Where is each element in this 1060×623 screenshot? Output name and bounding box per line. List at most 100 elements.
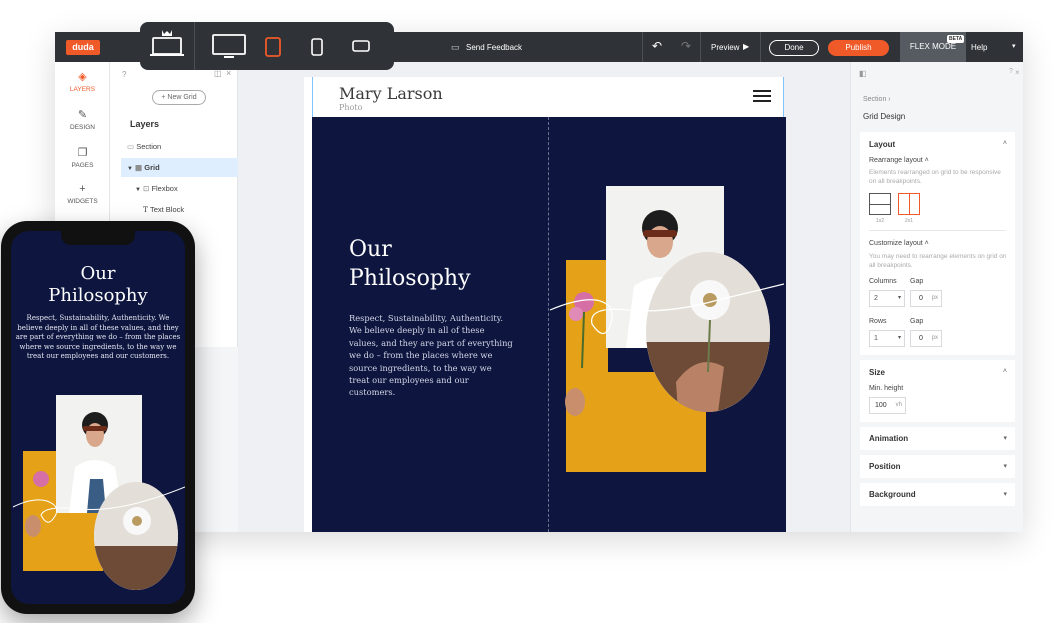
layer-row-flexbox[interactable]: ▼ ⊡ Flexbox: [121, 179, 238, 198]
redo-icon[interactable]: ↷: [681, 39, 691, 53]
design-panel: ◧ ? × Section › Grid Design Layout ˄ Rea…: [850, 62, 1023, 532]
help-menu[interactable]: Help: [971, 43, 987, 52]
chevron-down-icon: ▾: [1003, 463, 1007, 470]
site-name[interactable]: Mary Larson: [339, 84, 443, 103]
plus-icon: +: [79, 183, 86, 195]
mobile-landscape-icon[interactable]: [352, 40, 370, 52]
sidebar-item-pages[interactable]: ❐ PAGES: [55, 146, 110, 169]
preview-button[interactable]: Preview: [711, 43, 739, 52]
chevron-up-icon[interactable]: ˄: [1003, 140, 1007, 147]
layer-row-text-block[interactable]: T Text Block: [121, 200, 238, 219]
device-switcher: [140, 22, 394, 70]
layer-label: Flexbox: [151, 184, 178, 193]
chevron-down-icon: ▾: [1003, 435, 1007, 442]
layout-heading[interactable]: Layout: [869, 140, 895, 149]
play-icon: ▶: [743, 42, 750, 51]
hero-title-line: Our: [349, 237, 392, 262]
size-section: Size ˄ Min. height 100 vh: [860, 360, 1015, 422]
row-gap-input[interactable]: 0 px: [910, 330, 942, 347]
column-gap-input[interactable]: 0 px: [910, 290, 942, 307]
divider: [194, 22, 195, 70]
chevron-down-icon: ▾: [1003, 491, 1007, 498]
sidebar-item-label: WIDGETS: [67, 198, 98, 205]
tablet-icon[interactable]: [265, 37, 281, 57]
divider: [642, 32, 643, 62]
close-icon[interactable]: ×: [1015, 68, 1020, 77]
desktop-crown-icon[interactable]: [150, 28, 184, 58]
min-height-input[interactable]: 100 vh: [869, 397, 906, 414]
layer-row-section[interactable]: ▭ Section: [121, 137, 238, 156]
chevron-down-icon[interactable]: ▾: [1012, 42, 1016, 50]
chevron-up-icon[interactable]: ˄: [1003, 368, 1007, 375]
gap-label: Gap: [910, 318, 924, 325]
pages-icon: ❐: [77, 147, 88, 159]
size-heading[interactable]: Size: [869, 368, 885, 377]
site-header[interactable]: Mary Larson Photo: [312, 77, 784, 117]
background-section[interactable]: Background ▾: [860, 483, 1015, 506]
animation-section[interactable]: Animation ▾: [860, 427, 1015, 450]
phone-notch: [61, 231, 135, 245]
hero-section[interactable]: Our Philosophy Respect, Sustainability, …: [312, 117, 786, 532]
layers-icon: ◈: [78, 71, 87, 83]
publish-button[interactable]: Publish: [828, 40, 889, 56]
sidebar-item-design[interactable]: ✎ DESIGN: [55, 108, 110, 131]
desktop-icon[interactable]: [212, 34, 246, 60]
input-value: 0: [919, 335, 923, 342]
hero-title-line: Philosophy: [48, 285, 148, 306]
unit-label: px: [931, 335, 938, 341]
unit-label: px: [931, 295, 938, 301]
layer-row-grid[interactable]: ▼ ▦ Grid: [121, 158, 238, 177]
flexbox-icon: ⊡: [143, 184, 150, 193]
hero-title-line: Philosophy: [349, 266, 471, 291]
unit-label: vh: [895, 402, 902, 408]
customize-layout-label[interactable]: Customize layout ˄: [869, 240, 929, 247]
grid-icon: ▦: [135, 163, 143, 172]
text-icon: T: [143, 205, 149, 214]
feedback-icon: ▭: [451, 42, 460, 52]
phone-preview: Our Philosophy Respect, Sustainability, …: [1, 221, 195, 614]
dock-icon[interactable]: ◫: [214, 69, 222, 78]
rearrange-layout-label[interactable]: Rearrange layout ˄: [869, 157, 929, 164]
layout-option-divider: [909, 194, 910, 214]
site-page: Mary Larson Photo Our Philosophy Respect…: [304, 77, 786, 532]
hero-photo-collage[interactable]: [548, 172, 784, 472]
send-feedback-link[interactable]: Send Feedback: [466, 43, 522, 52]
input-value: 100: [875, 402, 887, 409]
layer-label: Grid: [144, 163, 160, 172]
columns-select[interactable]: 2 ▾: [869, 290, 905, 307]
new-grid-button[interactable]: + New Grid: [152, 90, 206, 105]
breadcrumb[interactable]: Section ›: [863, 96, 891, 103]
done-button[interactable]: Done: [769, 40, 819, 56]
hero-title-line: Our: [80, 263, 116, 284]
sidebar-item-label: DESIGN: [70, 124, 95, 131]
editor-canvas[interactable]: Mary Larson Photo Our Philosophy Respect…: [238, 62, 850, 532]
site-subtitle[interactable]: Photo: [339, 103, 362, 112]
min-height-label: Min. height: [869, 385, 904, 392]
mobile-hero-title: Our Philosophy: [11, 263, 185, 307]
chevron-down-icon: ▾: [897, 335, 901, 341]
section-icon: ▭: [127, 142, 135, 151]
help-icon[interactable]: ?: [1009, 68, 1013, 75]
layout-option-label: 1x2: [876, 218, 885, 224]
hero-title[interactable]: Our Philosophy: [349, 235, 529, 293]
undo-icon[interactable]: ↶: [652, 39, 662, 53]
layout-option-2x1[interactable]: [898, 193, 920, 215]
layer-label: Text Block: [149, 205, 185, 214]
divider: [700, 32, 701, 62]
sidebar-item-widgets[interactable]: + WIDGETS: [55, 183, 110, 205]
rows-select[interactable]: 1 ▾: [869, 330, 905, 347]
duda-logo: duda: [66, 40, 100, 55]
customize-hint: You may need to rearrange elements on gr…: [869, 253, 1007, 269]
gap-label: Gap: [910, 278, 924, 285]
brush-icon: ✎: [77, 109, 88, 121]
mobile-icon[interactable]: [311, 38, 323, 56]
sidebar-item-layers[interactable]: ◈ LAYERS: [55, 70, 110, 93]
layout-option-1x2[interactable]: [869, 193, 891, 215]
help-icon[interactable]: ?: [122, 70, 126, 79]
rearrange-hint: Elements rearranged on grid to be respon…: [869, 169, 1001, 185]
position-section[interactable]: Position ▾: [860, 455, 1015, 478]
hamburger-menu-icon[interactable]: [753, 90, 771, 102]
divider: [869, 230, 1006, 231]
hero-body-text[interactable]: Respect, Sustainability, Authenticity. W…: [349, 312, 514, 399]
select-value: 2: [874, 295, 878, 302]
